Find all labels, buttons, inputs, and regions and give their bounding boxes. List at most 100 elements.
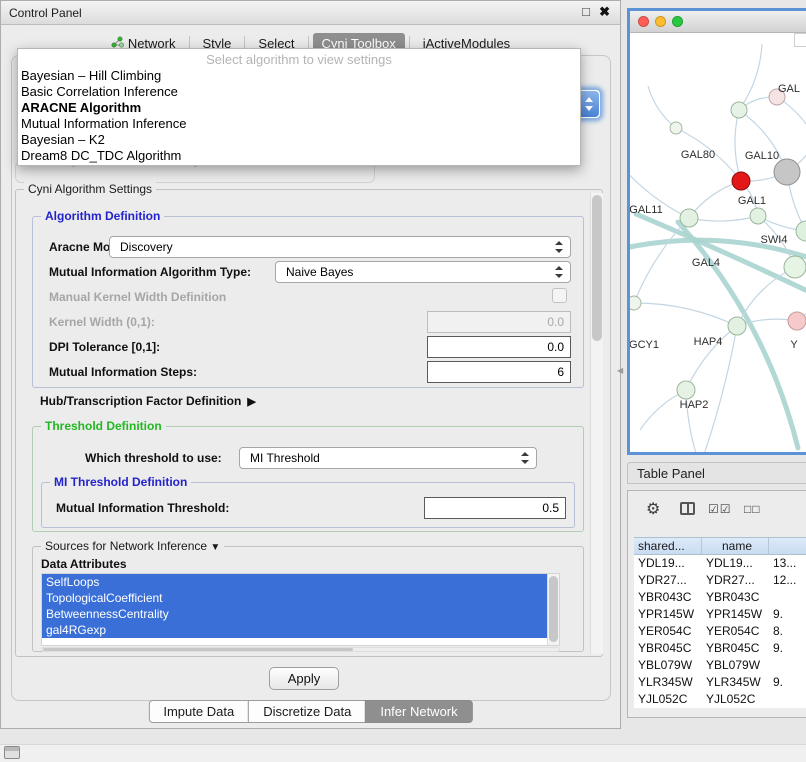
- table-cell: [769, 691, 806, 708]
- table-cell: YDL19...: [634, 555, 702, 572]
- network-node[interactable]: [677, 381, 695, 399]
- node-label-gal1: GAL1: [738, 195, 766, 207]
- close-icon[interactable]: ✖: [599, 4, 610, 20]
- table-cell: YPR145W: [702, 606, 769, 623]
- table-cell: YBR045C: [702, 640, 769, 657]
- dpi-tolerance-field[interactable]: 0.0: [427, 336, 571, 358]
- attribute-item-betweennesscentrality[interactable]: BetweennessCentrality: [42, 606, 547, 622]
- network-edge: [634, 303, 737, 326]
- mi-steps-field[interactable]: 6: [427, 361, 571, 383]
- aracne-mode-combo[interactable]: Discovery: [109, 236, 571, 258]
- window-close-button[interactable]: [638, 16, 649, 27]
- network-node[interactable]: [680, 209, 698, 227]
- list-scrollbar-thumb[interactable]: [549, 576, 558, 642]
- network-node[interactable]: [670, 122, 682, 134]
- control-panel-titlebar[interactable]: Control Panel □ ✖: [1, 1, 620, 25]
- minimized-window-icon[interactable]: [4, 746, 20, 759]
- table-cell: 9.: [769, 674, 806, 691]
- list-horizontal-scrollbar[interactable]: [41, 647, 560, 652]
- attribute-item-topologicalcoefficient[interactable]: TopologicalCoefficient: [42, 590, 547, 606]
- network-node[interactable]: [796, 221, 806, 241]
- window-minimize-button[interactable]: [655, 16, 666, 27]
- settings-scrollbar-thumb[interactable]: [592, 195, 602, 341]
- algorithm-popup-placeholder: Select algorithm to view settings: [18, 51, 580, 68]
- table-row[interactable]: YLR345WYLR345W9.: [634, 674, 806, 691]
- data-attributes-list: SelfLoopsTopologicalCoefficientBetweenne…: [41, 573, 560, 646]
- column-header-shared-[interactable]: shared...: [634, 538, 702, 554]
- network-node[interactable]: [732, 172, 750, 190]
- attribute-item-gal4rgexp[interactable]: gal4RGexp: [42, 622, 547, 638]
- network-node[interactable]: [784, 256, 806, 278]
- table-cell: [769, 657, 806, 674]
- threshold-definition-group: Threshold Definition Which threshold to …: [32, 426, 584, 532]
- table-row[interactable]: YDR27...YDR27...12...: [634, 572, 806, 589]
- algorithm-definition-group: Algorithm Definition Aracne Mode: Discov…: [32, 216, 584, 388]
- deselect-all-columns-icon[interactable]: □□: [744, 502, 761, 516]
- table-row[interactable]: YBR045CYBR045C9.: [634, 640, 806, 657]
- desktop: Control Panel □ ✖ NetworkStyleSelectCyni…: [0, 0, 806, 762]
- algorithm-option-dream8-dc-tdc-algorithm[interactable]: Dream8 DC_TDC Algorithm: [18, 148, 580, 164]
- window-zoom-button[interactable]: [672, 16, 683, 27]
- table-row[interactable]: YDL19...YDL19...13...: [634, 555, 806, 572]
- combo-arrows-icon: [555, 241, 563, 253]
- which-threshold-combo[interactable]: MI Threshold: [239, 447, 537, 469]
- bottom-tab-infer-network[interactable]: Infer Network: [365, 700, 472, 723]
- table-row[interactable]: YPR145WYPR145W9.: [634, 606, 806, 623]
- network-node[interactable]: [750, 208, 766, 224]
- table-cell: [769, 589, 806, 606]
- network-window-titlebar[interactable]: [630, 11, 806, 33]
- node-label-gal4: GAL4: [692, 257, 720, 269]
- list-vertical-scrollbar[interactable]: [547, 574, 559, 645]
- apply-button[interactable]: Apply: [269, 667, 339, 690]
- network-node[interactable]: [788, 312, 806, 330]
- column-header-col3[interactable]: [769, 538, 806, 554]
- network-scrollbar-corner: [794, 33, 806, 47]
- settings-vertical-scrollbar[interactable]: [590, 193, 603, 654]
- node-label-gal: GAL: [778, 83, 800, 95]
- algorithm-option-bayesian-k2[interactable]: Bayesian – K2: [18, 132, 580, 148]
- bottom-tab-discretize-data[interactable]: Discretize Data: [248, 700, 366, 723]
- table-row[interactable]: YER054CYER054C8.: [634, 623, 806, 640]
- table-panel-title: Table Panel: [637, 463, 705, 484]
- hub-definition-toggle[interactable]: Hub/Transcription Factor Definition▶: [40, 394, 256, 408]
- select-all-columns-icon[interactable]: ☑☑: [708, 502, 732, 516]
- network-view-window: GALGAL80GAL10GAL11GAL1SWI4GAL4GCY1HAP4YH…: [627, 8, 806, 455]
- kernel-width-label: Kernel Width (0,1):: [49, 315, 155, 330]
- table-panel-header[interactable]: Table Panel: [627, 462, 806, 484]
- network-canvas[interactable]: GALGAL80GAL10GAL11GAL1SWI4GAL4GCY1HAP4YH…: [630, 33, 806, 452]
- network-node[interactable]: [774, 159, 800, 185]
- table-cell: YPR145W: [634, 606, 702, 623]
- control-panel-window: Control Panel □ ✖ NetworkStyleSelectCyni…: [0, 0, 621, 729]
- gear-icon[interactable]: ⚙: [646, 499, 660, 519]
- mi-threshold-field[interactable]: 0.5: [424, 497, 566, 519]
- table-cell: YER054C: [634, 623, 702, 640]
- hscrollbar-thumb[interactable]: [43, 648, 353, 651]
- network-node[interactable]: [630, 296, 641, 310]
- algorithm-definition-title: Algorithm Definition: [41, 209, 164, 223]
- sources-toggle[interactable]: Sources for Network Inference ▼: [41, 539, 224, 553]
- kernel-width-field: 0.0: [427, 311, 571, 333]
- table-row[interactable]: YBL079WYBL079W: [634, 657, 806, 674]
- table-cell: YDL19...: [702, 555, 769, 572]
- algorithm-option-bayesian-hill-climbing[interactable]: Bayesian – Hill Climbing: [18, 68, 580, 84]
- settings-group-title: Cyni Algorithm Settings: [24, 182, 156, 196]
- mi-type-combo[interactable]: Naive Bayes: [275, 261, 571, 283]
- network-node[interactable]: [731, 102, 747, 118]
- bottom-tab-impute-data[interactable]: Impute Data: [148, 700, 249, 723]
- algorithm-option-aracne-algorithm[interactable]: ARACNE Algorithm: [18, 100, 580, 116]
- collapsed-arrow-icon: ▶: [247, 396, 255, 408]
- attribute-item-selfloops[interactable]: SelfLoops: [42, 574, 547, 590]
- network-node[interactable]: [728, 317, 746, 335]
- float-window-icon[interactable]: □: [582, 4, 590, 19]
- table-cell: 12...: [769, 572, 806, 589]
- mi-type-value: Naive Bayes: [286, 265, 353, 279]
- splitter-collapse-icon[interactable]: ◀: [617, 366, 623, 375]
- table-cell: YJL052C: [634, 691, 702, 708]
- algorithm-option-basic-correlation-inference[interactable]: Basic Correlation Inference: [18, 84, 580, 100]
- table-row[interactable]: YJL052CYJL052C: [634, 691, 806, 708]
- column-header-name[interactable]: name: [702, 538, 769, 554]
- algorithm-option-mutual-information-inference[interactable]: Mutual Information Inference: [18, 116, 580, 132]
- which-threshold-label: Which threshold to use:: [85, 451, 222, 466]
- table-row[interactable]: YBR043CYBR043C: [634, 589, 806, 606]
- columns-icon[interactable]: [680, 502, 695, 515]
